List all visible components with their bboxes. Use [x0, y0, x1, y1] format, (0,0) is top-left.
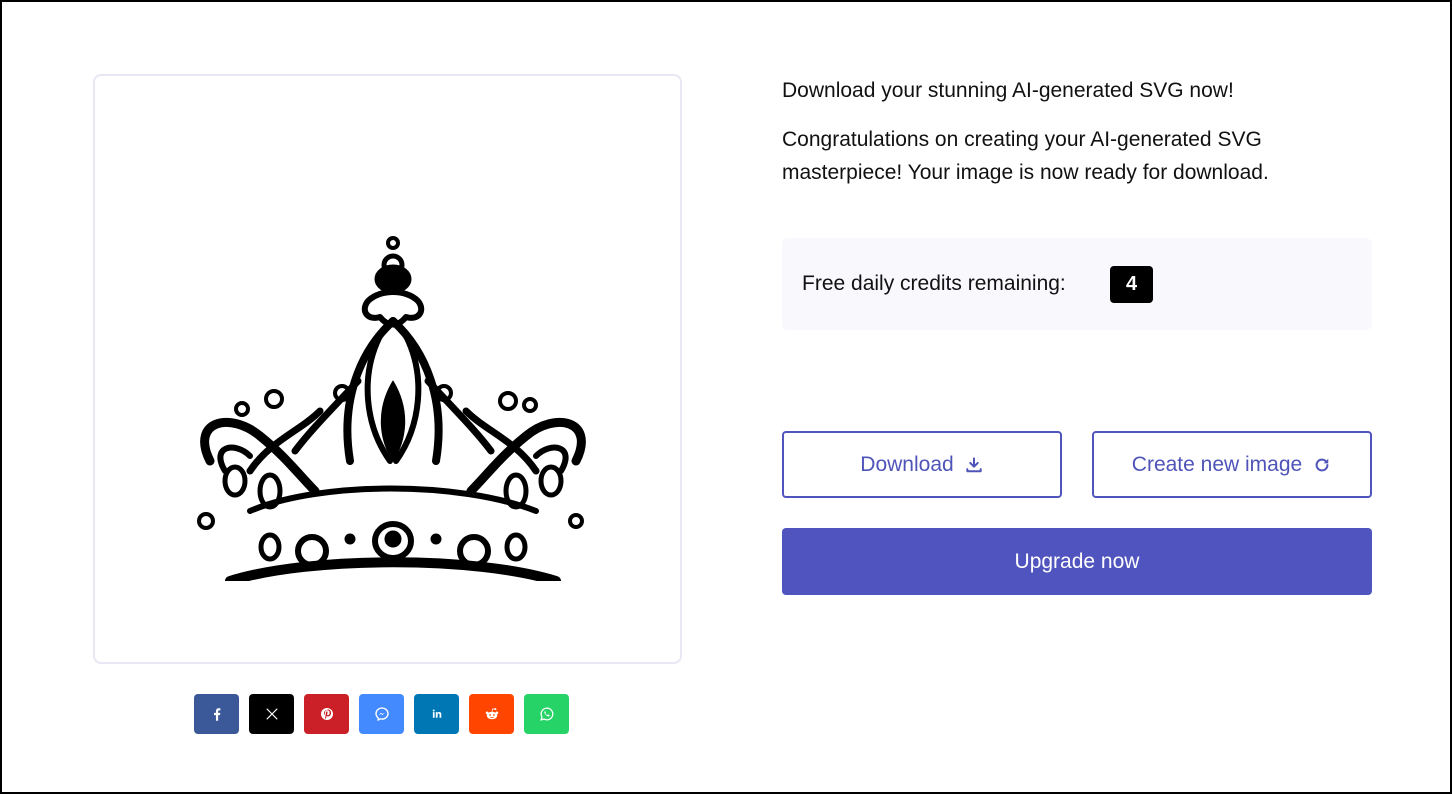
- share-pinterest-button[interactable]: [304, 694, 349, 734]
- pinterest-icon: [320, 708, 333, 720]
- download-button-label: Download: [860, 452, 954, 476]
- share-buttons: [194, 694, 569, 734]
- share-x-button[interactable]: [249, 694, 294, 734]
- page-headline: Download your stunning AI-generated SVG …: [782, 79, 1234, 102]
- image-preview-card: [93, 74, 682, 664]
- create-button-label: Create new image: [1131, 452, 1303, 476]
- upgrade-now-button[interactable]: Upgrade now: [782, 528, 1372, 595]
- crown-image: [197, 236, 586, 581]
- x-icon: [265, 708, 278, 720]
- upgrade-button-label: Upgrade now: [1014, 549, 1140, 573]
- congrats-message: Congratulations on creating your AI-gene…: [782, 128, 1269, 184]
- credits-panel: Free daily credits remaining: 4: [782, 238, 1372, 330]
- whatsapp-icon: [539, 707, 553, 721]
- share-messenger-button[interactable]: [359, 694, 404, 734]
- refresh-icon: [1315, 458, 1329, 471]
- share-whatsapp-button[interactable]: [524, 694, 569, 734]
- facebook-icon: [213, 708, 220, 721]
- download-button[interactable]: Download: [782, 431, 1062, 498]
- linkedin-icon: [432, 709, 441, 718]
- credits-label: Free daily credits remaining:: [802, 272, 1066, 295]
- credits-count-badge: 4: [1110, 266, 1153, 303]
- share-reddit-button[interactable]: [469, 694, 514, 734]
- share-linkedin-button[interactable]: [414, 694, 459, 734]
- messenger-icon: [374, 707, 389, 722]
- create-new-image-button[interactable]: Create new image: [1092, 431, 1372, 498]
- share-facebook-button[interactable]: [194, 694, 239, 734]
- reddit-icon: [485, 708, 498, 720]
- download-icon: [966, 456, 982, 472]
